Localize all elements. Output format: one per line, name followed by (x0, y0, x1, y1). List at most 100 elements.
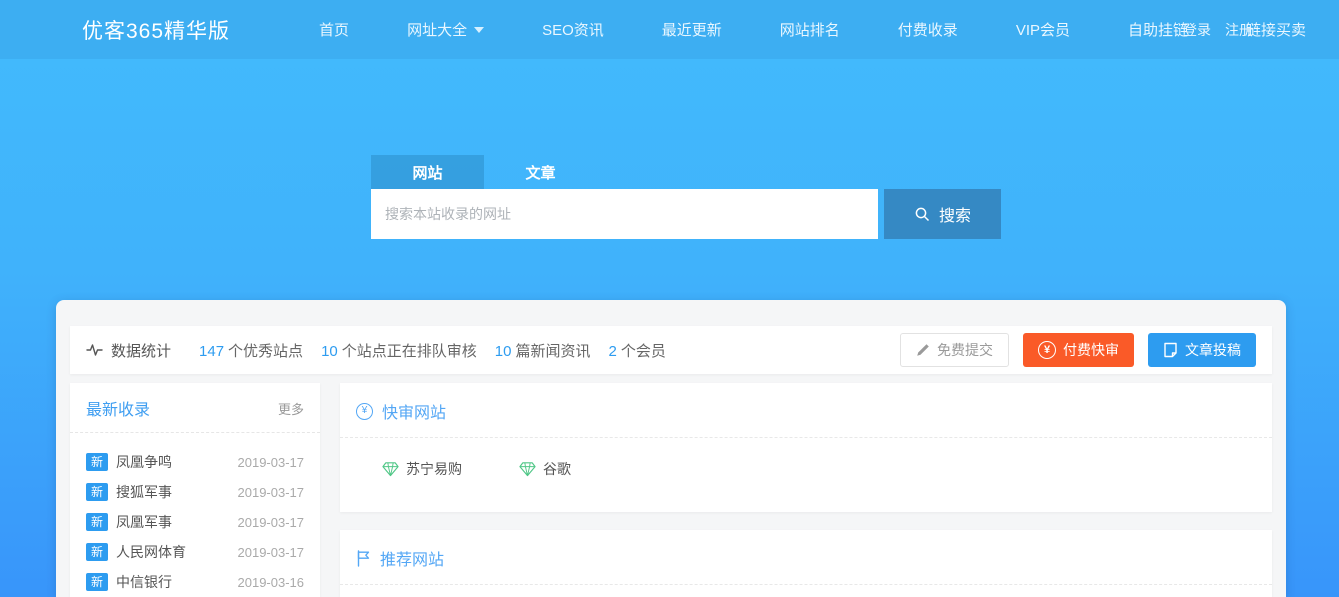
nav-item-seo-news[interactable]: SEO资讯 (513, 0, 633, 59)
register-link[interactable]: 注册 (1225, 20, 1253, 40)
search-tabs: 网站 文章 (371, 155, 1001, 189)
recommended-sites-panel: 推荐网站 (340, 530, 1272, 597)
article-submit-button[interactable]: 文章投稿 (1148, 333, 1256, 367)
yen-circle-icon: ¥ (356, 403, 373, 420)
latest-listings-header: 最新收录 更多 (70, 383, 320, 433)
latest-listings-list: 新 凤凰争鸣 2019-03-17 新 搜狐军事 2019-03-17 新 凤凰… (70, 433, 320, 597)
auth-links: 登录 注册 (1183, 0, 1253, 59)
search-input[interactable] (371, 189, 878, 239)
quick-site-label: 苏宁易购 (406, 459, 462, 479)
list-item[interactable]: 新 凤凰军事 2019-03-17 (86, 507, 304, 537)
stat-number: 147 (199, 343, 224, 360)
nav-item-label: SEO资讯 (542, 19, 604, 40)
latest-listings-title: 最新收录 (86, 396, 150, 420)
tab-website[interactable]: 网站 (371, 155, 484, 189)
main-column: ¥ 快审网站 苏宁易购 (340, 383, 1272, 597)
stat-members: 2 个会员 (608, 340, 665, 361)
stat-number: 10 (495, 343, 512, 360)
site-name[interactable]: 人民网体育 (116, 542, 186, 562)
quick-site-link[interactable]: 谷歌 (519, 459, 571, 479)
site-name[interactable]: 中信银行 (116, 572, 172, 592)
stat-excellent-sites: 147个优秀站点 (199, 340, 303, 361)
content-row: 最新收录 更多 新 凤凰争鸣 2019-03-17 新 搜狐军事 2019-03… (70, 383, 1272, 597)
site-date: 2019-03-17 (238, 545, 305, 560)
nav-item-label: 自助挂链 (1128, 19, 1188, 40)
search-icon (914, 206, 931, 223)
new-badge: 新 (86, 573, 108, 591)
free-submit-label: 免费提交 (937, 340, 993, 360)
stat-label: 个会员 (621, 343, 666, 360)
list-item[interactable]: 新 凤凰争鸣 2019-03-17 (86, 447, 304, 477)
quick-site-label: 谷歌 (543, 459, 571, 479)
nav-item-paid-listing[interactable]: 付费收录 (869, 0, 987, 59)
quick-audit-title: 快审网站 (382, 399, 446, 423)
nav-item-label: 首页 (319, 19, 349, 40)
stat-label: 个优秀站点 (228, 343, 303, 360)
new-badge: 新 (86, 483, 108, 501)
tab-article[interactable]: 文章 (484, 155, 597, 189)
stats-title: 数据统计 (86, 340, 171, 361)
free-submit-button[interactable]: 免费提交 (900, 333, 1009, 367)
nav-item-directory[interactable]: 网址大全 (378, 0, 513, 59)
site-name[interactable]: 凤凰争鸣 (116, 452, 172, 472)
pulse-icon (86, 342, 103, 358)
stats-title-label: 数据统计 (111, 340, 171, 361)
nav-item-recent-updates[interactable]: 最近更新 (633, 0, 751, 59)
more-link[interactable]: 更多 (278, 399, 304, 418)
hero-search: 网站 文章 搜索 (371, 155, 1001, 239)
stat-number: 10 (321, 343, 338, 360)
stat-news-articles: 10篇新闻资讯 (495, 340, 591, 361)
main-container: 数据统计 147个优秀站点 10个站点正在排队审核 10篇新闻资讯 2个会员 免… (56, 300, 1286, 597)
new-badge: 新 (86, 543, 108, 561)
stats-items: 147个优秀站点 10个站点正在排队审核 10篇新闻资讯 2个会员 (199, 340, 666, 361)
list-item[interactable]: 新 中信银行 2019-03-16 (86, 567, 304, 597)
nav-item-vip[interactable]: VIP会员 (987, 0, 1099, 59)
nav-item-home[interactable]: 首页 (290, 0, 378, 59)
stat-label: 篇新闻资讯 (515, 343, 590, 360)
site-date: 2019-03-17 (238, 485, 305, 500)
document-icon (1163, 342, 1178, 358)
search-button-label: 搜索 (939, 202, 971, 226)
yen-circle-icon: ¥ (1038, 341, 1056, 359)
chevron-down-icon (474, 27, 484, 33)
stat-queued-sites: 10个站点正在排队审核 (321, 340, 477, 361)
paid-audit-button[interactable]: ¥ 付费快审 (1023, 333, 1134, 367)
search-button[interactable]: 搜索 (884, 189, 1001, 239)
nav-menu: 首页 网址大全 SEO资讯 最近更新 网站排名 付费收录 VIP会员 自助挂链 … (290, 0, 1335, 59)
site-date: 2019-03-16 (238, 575, 305, 590)
nav-item-label: 网站排名 (780, 19, 840, 40)
recommended-sites-title: 推荐网站 (380, 546, 444, 570)
stat-number: 2 (608, 343, 616, 360)
flag-icon (356, 550, 371, 567)
quick-site-link[interactable]: 苏宁易购 (382, 459, 462, 479)
new-badge: 新 (86, 513, 108, 531)
stats-bar: 数据统计 147个优秀站点 10个站点正在排队审核 10篇新闻资讯 2个会员 免… (70, 326, 1272, 374)
site-date: 2019-03-17 (238, 455, 305, 470)
pencil-icon (916, 343, 930, 357)
latest-listings-panel: 最新收录 更多 新 凤凰争鸣 2019-03-17 新 搜狐军事 2019-03… (70, 383, 320, 597)
quick-audit-panel: ¥ 快审网站 苏宁易购 (340, 383, 1272, 512)
paid-audit-label: 付费快审 (1063, 340, 1119, 360)
nav-item-label: 付费收录 (898, 19, 958, 40)
list-item[interactable]: 新 搜狐军事 2019-03-17 (86, 477, 304, 507)
login-link[interactable]: 登录 (1183, 20, 1211, 40)
stats-actions: 免费提交 ¥ 付费快审 文章投稿 (900, 333, 1256, 367)
quick-audit-body: 苏宁易购 谷歌 (340, 438, 1272, 479)
site-name[interactable]: 搜狐军事 (116, 482, 172, 502)
list-item[interactable]: 新 人民网体育 2019-03-17 (86, 537, 304, 567)
nav-item-site-ranking[interactable]: 网站排名 (751, 0, 869, 59)
gem-icon (519, 461, 536, 477)
recommended-sites-header: 推荐网站 (340, 530, 1272, 585)
quick-audit-header: ¥ 快审网站 (340, 383, 1272, 438)
top-navbar: 优客365精华版 首页 网址大全 SEO资讯 最近更新 网站排名 付费收录 VI… (0, 0, 1339, 59)
gem-icon (382, 461, 399, 477)
article-submit-label: 文章投稿 (1185, 340, 1241, 360)
site-name[interactable]: 凤凰军事 (116, 512, 172, 532)
site-date: 2019-03-17 (238, 515, 305, 530)
search-bar: 搜索 (371, 189, 1001, 239)
site-logo[interactable]: 优客365精华版 (82, 15, 230, 45)
nav-item-label: 链接买卖 (1246, 19, 1306, 40)
nav-item-label: 网址大全 (407, 19, 467, 40)
nav-item-label: VIP会员 (1016, 19, 1070, 40)
nav-item-label: 最近更新 (662, 19, 722, 40)
